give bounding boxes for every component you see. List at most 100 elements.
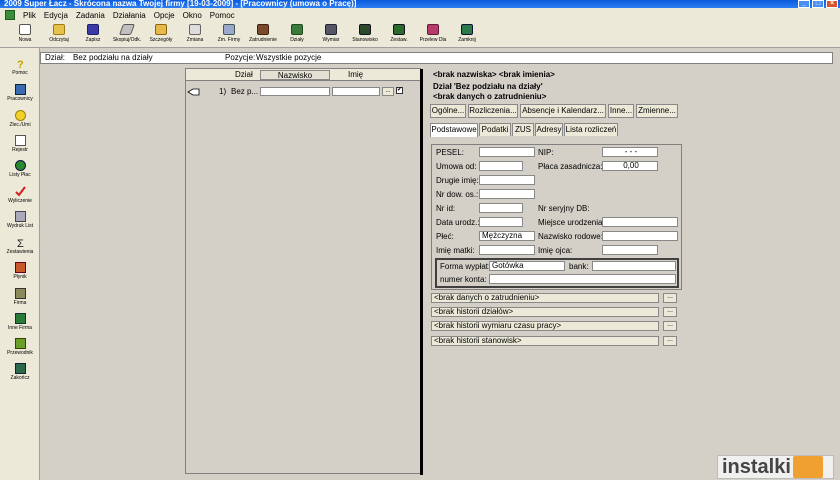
bank-input[interactable]	[592, 261, 676, 271]
toolbar-close-button[interactable]: Zamknij	[450, 22, 484, 47]
settlements-button[interactable]: Rozliczenia...	[468, 104, 518, 118]
birth-date-input[interactable]	[479, 217, 523, 227]
tab-settlement-list[interactable]: Lista rozliczeń	[564, 123, 618, 136]
menu-pomoc[interactable]: Pomoc	[206, 11, 239, 20]
department-history-button[interactable]: ...	[663, 307, 677, 317]
toolbar-set-button[interactable]: Zestaw.	[382, 22, 416, 47]
pesel-input[interactable]	[479, 147, 535, 157]
employee-department-title: Dział 'Bez podziału na działy'	[433, 82, 543, 91]
sidebar-item-payroll[interactable]: Listy Płac	[0, 160, 40, 178]
toolbar-change-button[interactable]: Zmiana	[178, 22, 212, 47]
table-row[interactable]: 1) Bez p... ... ✔	[186, 86, 420, 98]
watermark-text: instalki	[722, 455, 791, 478]
sigma-icon: Σ	[17, 238, 24, 248]
tab-taxes[interactable]: Podatki	[479, 123, 511, 136]
departments-icon	[291, 24, 303, 35]
contract-from-input[interactable]	[479, 161, 523, 171]
sidebar-item-employees[interactable]: Pracownicy	[0, 84, 40, 102]
splitter-bar[interactable]	[420, 69, 423, 475]
row-ellipsis-button[interactable]: ...	[382, 87, 394, 96]
col-header-dept[interactable]: Dział	[235, 70, 253, 79]
sidebar-item-calculation[interactable]: Wyliczenie	[0, 186, 40, 204]
base-salary-label: Płaca zasadnicza:	[538, 162, 603, 171]
employment-icon	[257, 24, 269, 35]
menu-edycja[interactable]: Edycja	[40, 11, 72, 20]
sidebar-item-contracts[interactable]: Zlec./Umi	[0, 110, 40, 128]
second-name-input[interactable]	[479, 175, 535, 185]
menu-zadania[interactable]: Zadania	[72, 11, 109, 20]
maximize-button[interactable]: □	[812, 0, 824, 8]
other-button[interactable]: Inne...	[608, 104, 634, 118]
gender-select[interactable]: Mężczyzna	[479, 231, 535, 241]
payment-form-select[interactable]: Gotówka	[489, 261, 565, 271]
name-input[interactable]	[332, 87, 380, 96]
employee-name-title: <brak nazwiska> <brak imienia>	[433, 70, 555, 79]
window-title: 2009 Super Łacz - Skrócona nazwa Twojej …	[4, 0, 357, 8]
sidebar-item-flow[interactable]: Płynik	[0, 262, 40, 280]
maiden-name-input[interactable]	[602, 231, 678, 241]
position-history-button[interactable]: ...	[663, 336, 677, 346]
surname-input[interactable]	[260, 87, 330, 96]
toolbar-employment-button[interactable]: Zatrudnienie	[246, 22, 280, 47]
sidebar-item-exit[interactable]: Zakończ	[0, 363, 40, 381]
col-header-name[interactable]: Imię	[348, 70, 363, 79]
sidebar-item-other-company[interactable]: Inne Firma	[0, 313, 40, 331]
id-number-input[interactable]	[479, 203, 523, 213]
app-icon[interactable]	[5, 10, 15, 20]
father-name-input[interactable]	[602, 245, 658, 255]
svg-text:Σ: Σ	[17, 238, 24, 248]
mother-name-input[interactable]	[479, 245, 535, 255]
close-window-button[interactable]: ×	[826, 0, 838, 8]
toolbar-save-button[interactable]: Zapisz	[76, 22, 110, 47]
menu-okno[interactable]: Okno	[179, 11, 206, 20]
base-salary-input[interactable]: 0,00	[602, 161, 658, 171]
minimize-button[interactable]: _	[798, 0, 810, 8]
col-header-surname[interactable]: Nazwisko	[260, 70, 330, 80]
toolbar-details-button[interactable]: Szczegóły	[144, 22, 178, 47]
account-number-input[interactable]	[489, 274, 676, 284]
employee-employment-title: <brak danych o zatrudnieniu>	[433, 92, 547, 101]
watermark-badge	[792, 456, 823, 478]
toolbar-departments-button[interactable]: Działy	[280, 22, 314, 47]
list-header: Dział Nazwisko Imię	[186, 69, 420, 81]
employee-list: Dział Nazwisko Imię 1) Bez p... ... ✔	[185, 68, 423, 475]
employment-history-button[interactable]: ...	[663, 293, 677, 303]
sidebar-item-guide[interactable]: Przewodnik	[0, 338, 40, 356]
toolbar-position-button[interactable]: Stanowisko	[348, 22, 382, 47]
tab-zus[interactable]: ZUS	[512, 123, 534, 136]
general-button[interactable]: Ogólne...	[430, 104, 466, 118]
sidebar-item-print[interactable]: Wydruk List	[0, 211, 40, 229]
birth-date-label: Data urodz.:	[436, 218, 480, 227]
toolbar-open-button[interactable]: Odczytaj	[42, 22, 76, 47]
positions-value[interactable]: Wszystkie pozycje	[256, 53, 321, 63]
toolbar-transfer-button[interactable]: Przelew Dla	[416, 22, 450, 47]
nip-input[interactable]: - - -	[602, 147, 658, 157]
department-value[interactable]: Bez podziału na działy	[73, 53, 153, 63]
tab-addresses[interactable]: Adresy	[535, 123, 563, 136]
toolbar-firm-change-button[interactable]: Zm. Firmy	[212, 22, 246, 47]
register-icon	[14, 135, 26, 146]
menu-dzialania[interactable]: Działania	[109, 11, 150, 20]
company-icon	[14, 288, 26, 299]
row-checkbox[interactable]: ✔	[396, 87, 403, 94]
variables-button[interactable]: Zmienne...	[636, 104, 678, 118]
sidebar-item-register[interactable]: Rejestr	[0, 135, 40, 153]
birthplace-input[interactable]	[602, 217, 678, 227]
toolbar-dimension-button[interactable]: Wymiar	[314, 22, 348, 47]
absences-calendar-button[interactable]: Absencje i Kalendarz...	[520, 104, 606, 118]
employee-details: <brak nazwiska> <brak imienia> Dział 'Be…	[428, 68, 685, 474]
id-card-input[interactable]	[479, 189, 535, 199]
menu-plik[interactable]: Plik	[19, 11, 40, 20]
toolbar-new-button[interactable]: Nowa	[8, 22, 42, 47]
tab-basic[interactable]: Podstawowe	[430, 123, 478, 137]
sidebar-item-help[interactable]: ? Pomoc	[0, 58, 40, 76]
sidebar-item-company[interactable]: Firma	[0, 288, 40, 306]
sidebar-item-reports[interactable]: Σ Zestawienia	[0, 237, 40, 255]
help-icon: ?	[17, 59, 24, 69]
toolbar-copy-button[interactable]: Skopiuj/Odk.	[110, 22, 144, 47]
positions-label: Pozycje:	[225, 53, 256, 62]
menu-opcje[interactable]: Opcje	[150, 11, 179, 20]
window-titlebar: 2009 Super Łacz - Skrócona nazwa Twojej …	[0, 0, 840, 8]
worktime-history-button[interactable]: ...	[663, 321, 677, 331]
position-icon	[359, 24, 371, 35]
